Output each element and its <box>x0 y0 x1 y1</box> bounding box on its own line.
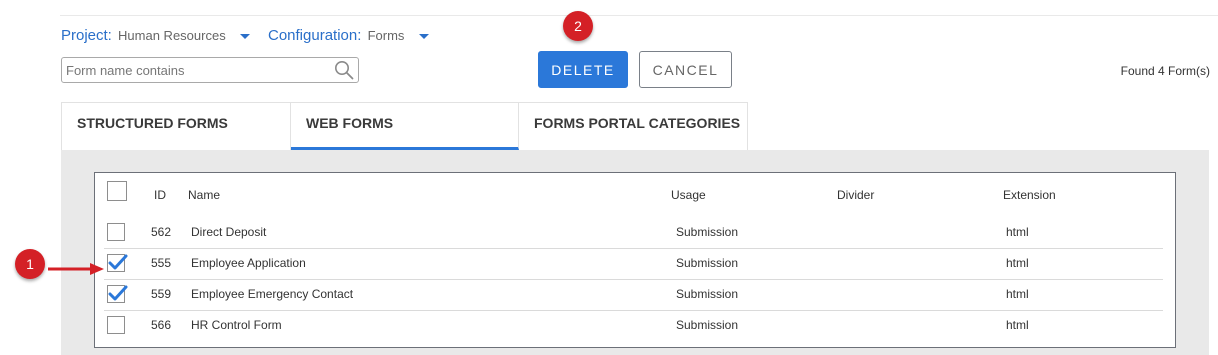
checkmark-icon <box>108 285 128 301</box>
search-icon[interactable] <box>334 60 354 80</box>
tab-web-forms[interactable]: WEB FORMS <box>291 102 519 150</box>
table-row[interactable]: 566 HR Control Form Submission html <box>104 310 1163 341</box>
row-name: HR Control Form <box>191 318 282 332</box>
header-divider[interactable]: Divider <box>837 180 874 211</box>
row-id: 562 <box>151 225 172 239</box>
arrow-right-icon <box>48 263 104 275</box>
header-id[interactable]: ID <box>154 180 166 211</box>
search-input[interactable] <box>62 58 330 82</box>
row-name: Employee Emergency Contact <box>191 287 354 301</box>
project-selector[interactable]: Project: Human Resources <box>61 27 250 44</box>
row-usage: Submission <box>676 256 739 270</box>
found-count: Found 4 Form(s) <box>1120 64 1210 78</box>
row-usage: Submission <box>676 318 739 332</box>
row-extension: html <box>1006 225 1029 239</box>
project-label: Project: <box>61 27 112 44</box>
table-row[interactable]: 562 Direct Deposit Submission html <box>104 217 1163 249</box>
table-row[interactable]: 559 Employee Emergency Contact Submissio… <box>104 279 1163 311</box>
row-checkbox[interactable] <box>107 316 125 334</box>
row-checkbox[interactable] <box>107 254 128 272</box>
table-header-row: ID Name Usage Divider Extension <box>104 180 1163 211</box>
caret-down-icon <box>239 33 250 39</box>
callout-badge-1: 1 <box>15 249 45 279</box>
callout-badge-2: 2 <box>563 11 593 41</box>
configuration-label: Configuration: <box>268 27 362 44</box>
forms-table: ID Name Usage Divider Extension 562 Dire… <box>94 172 1176 348</box>
row-id: 559 <box>151 287 172 301</box>
tab-structured-forms[interactable]: STRUCTURED FORMS <box>61 102 291 150</box>
search-box <box>61 57 359 83</box>
header-usage[interactable]: Usage <box>671 180 706 211</box>
project-value: Human Resources <box>118 28 226 43</box>
checkmark-icon <box>108 254 128 270</box>
row-name: Direct Deposit <box>191 225 267 239</box>
configuration-selector[interactable]: Configuration: Forms <box>268 27 429 44</box>
top-divider <box>60 15 1218 16</box>
cancel-button[interactable]: CANCEL <box>639 51 732 88</box>
row-extension: html <box>1006 287 1029 301</box>
caret-down-icon <box>418 33 429 39</box>
configuration-value: Forms <box>367 28 405 43</box>
tab-forms-portal-categories[interactable]: FORMS PORTAL CATEGORIES <box>519 102 748 150</box>
row-checkbox[interactable] <box>107 285 128 303</box>
delete-button[interactable]: DELETE <box>538 51 628 88</box>
header-name[interactable]: Name <box>188 180 220 211</box>
select-all-checkbox[interactable] <box>107 181 127 201</box>
row-extension: html <box>1006 318 1029 332</box>
row-id: 566 <box>151 318 172 332</box>
header-extension[interactable]: Extension <box>1003 180 1056 211</box>
row-checkbox[interactable] <box>107 223 125 241</box>
table-row[interactable]: 555 Employee Application Submission html <box>104 248 1163 280</box>
tab-bar: STRUCTURED FORMS WEB FORMS FORMS PORTAL … <box>61 102 748 150</box>
row-name: Employee Application <box>191 256 306 270</box>
row-usage: Submission <box>676 225 739 239</box>
row-usage: Submission <box>676 287 739 301</box>
row-id: 555 <box>151 256 172 270</box>
row-extension: html <box>1006 256 1029 270</box>
